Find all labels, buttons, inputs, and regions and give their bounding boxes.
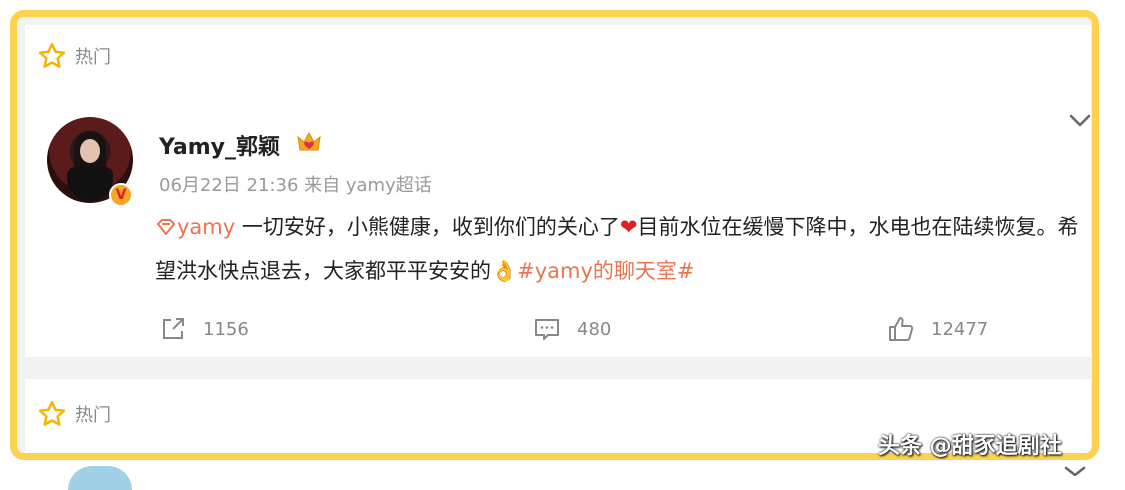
comment-count: 480 <box>577 318 612 340</box>
super-topic-link[interactable]: yamy <box>177 215 235 239</box>
crown-icon <box>297 131 321 151</box>
hashtag-link[interactable]: #yamy的聊天室# <box>517 259 694 283</box>
chevron-down-icon[interactable] <box>1069 113 1091 129</box>
star-icon <box>38 400 66 426</box>
verified-badge: V <box>109 183 133 207</box>
heart-emoji: ❤ <box>619 215 638 239</box>
post-text-1: 一切安好，小熊健康，收到你们的关心了 <box>235 215 620 239</box>
super-topic-icon <box>157 219 175 235</box>
comment-button[interactable]: 480 <box>533 315 611 343</box>
like-button[interactable]: 12477 <box>887 315 988 343</box>
hot-label: 热门 <box>75 405 111 426</box>
hot-header: 热门 <box>37 399 111 429</box>
username[interactable]: Yamy_郭颖 <box>159 129 280 161</box>
star-icon <box>38 42 66 68</box>
highlight-frame: 热门 V Yamy_郭颖 06月22日 21:36 来自 yamy超话 yamy… <box>10 10 1099 460</box>
hot-label: 热门 <box>75 47 111 68</box>
post-meta: 06月22日 21:36 来自 yamy超话 <box>159 175 432 196</box>
share-button[interactable]: 1156 <box>159 315 249 343</box>
comment-icon <box>535 319 559 340</box>
hot-header: 热门 <box>37 41 111 71</box>
ok-hand-emoji: 👌 <box>491 259 518 283</box>
action-bar: 1156 480 12477 <box>25 315 1091 355</box>
share-icon <box>163 318 184 339</box>
avatar[interactable] <box>68 466 132 490</box>
post-content: yamy 一切安好，小熊健康，收到你们的关心了❤目前水位在缓慢下降中，水电也在陆… <box>155 205 1085 293</box>
post-card: 热门 V Yamy_郭颖 06月22日 21:36 来自 yamy超话 yamy… <box>25 25 1091 357</box>
share-count: 1156 <box>203 318 249 340</box>
like-icon <box>889 317 914 341</box>
watermark: 头条 @甜豕追剧社 <box>878 434 1062 459</box>
chevron-down-icon[interactable] <box>1064 466 1086 476</box>
like-count: 12477 <box>931 318 989 340</box>
